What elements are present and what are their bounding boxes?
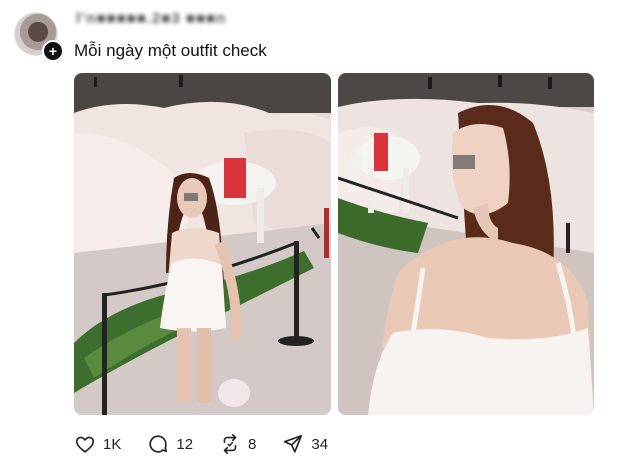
share-button[interactable]: 34 bbox=[282, 433, 328, 455]
repost-button[interactable]: 8 bbox=[219, 433, 256, 455]
post-image-1[interactable] bbox=[74, 73, 331, 415]
avatar-container[interactable]: + bbox=[14, 12, 64, 62]
post-username[interactable]: l’n■■■■■.2■3 ■■■n bbox=[76, 10, 226, 30]
comment-button[interactable]: 12 bbox=[147, 433, 193, 455]
thread-post: + l’n■■■■■.2■3 ■■■n Mỗi ngày một outfit … bbox=[0, 0, 640, 469]
follow-plus-icon[interactable]: + bbox=[42, 40, 64, 62]
photo-2-illustration bbox=[338, 73, 594, 415]
photo-1-illustration bbox=[74, 73, 331, 415]
share-icon bbox=[284, 434, 303, 453]
like-count: 1K bbox=[103, 435, 122, 453]
like-button[interactable]: 1K bbox=[74, 433, 121, 455]
post-caption: Mỗi ngày một outfit check bbox=[74, 41, 267, 60]
comment-icon bbox=[149, 435, 168, 453]
comment-count: 12 bbox=[176, 435, 194, 453]
post-actions: 1K 12 8 34 bbox=[74, 430, 354, 458]
repost-icon bbox=[223, 434, 237, 454]
share-count: 34 bbox=[311, 435, 329, 453]
repost-count: 8 bbox=[248, 435, 257, 453]
heart-icon bbox=[75, 436, 95, 453]
post-image-2[interactable] bbox=[338, 73, 594, 415]
